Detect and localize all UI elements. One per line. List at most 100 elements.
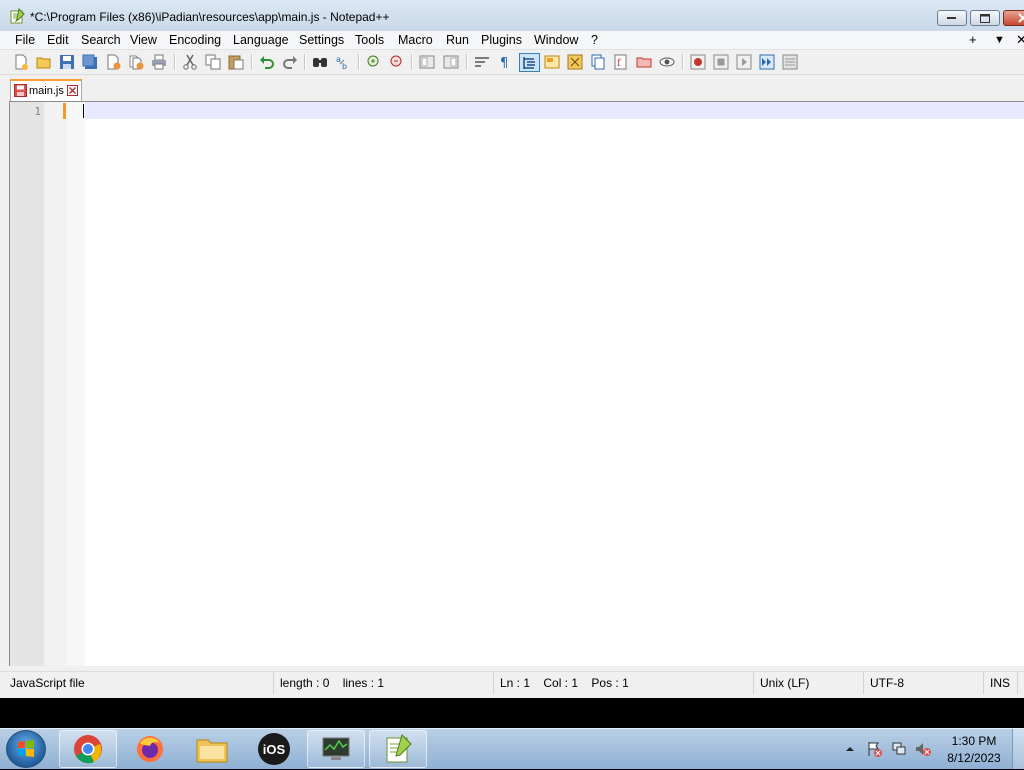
word-wrap-icon[interactable] [473,53,491,71]
sync-vertical-icon[interactable] [418,53,436,71]
action-center-flag-icon[interactable] [866,741,882,757]
doc-map-icon[interactable] [566,53,584,71]
close-icon [1018,13,1024,23]
indent-guide-icon[interactable] [519,53,540,72]
zoom-in-icon[interactable] [365,53,383,71]
tab-bar: main.js [0,75,1024,101]
toolbar-separator [251,54,253,70]
monitoring-icon[interactable] [658,53,676,71]
menu-language[interactable]: Language [233,33,289,47]
fold-margin[interactable] [67,102,85,666]
bookmark-margin[interactable] [44,102,67,666]
status-pos: Pos : 1 [591,676,629,690]
menu-bar: File Edit Search View Encoding Language … [0,31,1024,50]
status-length-lines: length : 0 lines : 1 [274,672,494,694]
toolbar-separator [358,54,360,70]
svg-text:b: b [342,62,347,70]
record-macro-icon[interactable] [689,53,707,71]
show-all-chars-icon[interactable]: ¶ [496,53,514,71]
folder-workspace-icon[interactable] [635,53,653,71]
taskbar-file-explorer[interactable] [183,730,241,768]
close-window-button[interactable] [1003,10,1024,26]
change-history-marker [63,103,66,119]
tab-close-button[interactable] [67,85,78,96]
menu-help[interactable]: ? [591,33,598,47]
redo-icon[interactable] [281,53,299,71]
close-all-icon[interactable] [127,53,145,71]
text-editor[interactable]: 1 [9,101,1024,666]
menu-encoding[interactable]: Encoding [169,33,221,47]
menu-plugins[interactable]: Plugins [481,33,522,47]
open-file-icon[interactable] [35,53,53,71]
run-macro-multiple-icon[interactable] [758,53,776,71]
taskbar-ios[interactable]: iOS [245,730,303,768]
status-eol[interactable]: Unix (LF) [754,672,864,694]
notepadpp-icon [386,734,412,763]
save-all-icon[interactable] [81,53,99,71]
ios-icon: iOS [258,733,290,765]
minimize-icon [947,17,956,19]
taskbar-chrome[interactable] [59,730,117,768]
tab-list-dropdown-button[interactable]: ▼ [994,34,1005,46]
ios-icon-label: iOS [262,741,286,757]
udl-icon[interactable] [543,53,561,71]
menu-view[interactable]: View [130,33,157,47]
menu-macro[interactable]: Macro [398,33,433,47]
menu-edit[interactable]: Edit [47,33,69,47]
status-length: length : 0 [280,676,330,690]
paste-icon[interactable] [227,53,245,71]
status-encoding[interactable]: UTF-8 [864,672,984,694]
stop-macro-icon[interactable] [712,53,730,71]
clock-date[interactable]: 8/12/2023 [936,751,1012,765]
sync-horizontal-icon[interactable] [442,53,460,71]
cut-icon[interactable] [181,53,199,71]
toolbar: ab ¶ f [0,50,1024,75]
zoom-out-icon[interactable] [388,53,406,71]
undo-icon[interactable] [258,53,276,71]
function-list-icon[interactable]: f [612,53,630,71]
taskbar-task-manager[interactable] [307,730,365,768]
menu-window[interactable]: Window [534,33,578,47]
new-file-icon[interactable] [12,53,30,71]
menu-run[interactable]: Run [446,33,469,47]
close-document-button[interactable]: ✕ [1016,32,1024,48]
menu-file[interactable]: File [15,33,35,47]
taskbar-notepadpp[interactable] [369,730,427,768]
tab-main-js[interactable]: main.js [10,79,82,101]
save-icon[interactable] [58,53,76,71]
menu-tools[interactable]: Tools [355,33,384,47]
tab-label: main.js [29,85,64,97]
current-line-highlight [85,102,1024,119]
doc-list-icon[interactable] [589,53,607,71]
notepadpp-app-icon [10,8,25,24]
menu-settings[interactable]: Settings [299,33,344,47]
window-title: *C:\Program Files (x86)\iPadian\resource… [30,10,390,24]
file-explorer-icon [196,739,228,763]
minimize-button[interactable] [937,10,967,26]
new-tab-plus-button[interactable]: + [969,32,977,47]
play-macro-icon[interactable] [735,53,753,71]
maximize-button[interactable] [970,10,1000,26]
find-icon[interactable] [311,53,329,71]
svg-text:a: a [336,55,341,64]
show-hidden-icons-icon[interactable] [844,741,856,757]
menu-search[interactable]: Search [81,33,121,47]
status-insert-mode: INS [984,672,1018,694]
show-desktop-button[interactable] [1012,729,1024,769]
network-icon[interactable] [891,741,907,757]
title-bar[interactable]: *C:\Program Files (x86)\iPadian\resource… [0,0,1024,32]
print-icon[interactable] [150,53,168,71]
close-icon[interactable] [104,53,122,71]
copy-icon[interactable] [204,53,222,71]
toolbar-separator [174,54,176,70]
toolbar-separator [466,54,468,70]
firefox-icon [137,736,163,762]
task-manager-icon [322,737,350,760]
volume-muted-icon[interactable] [915,741,931,757]
taskbar-firefox[interactable] [121,730,179,768]
line-number-gutter[interactable]: 1 [10,102,44,666]
clock-time[interactable]: 1:30 PM [936,734,1012,748]
start-button[interactable] [6,730,46,768]
replace-icon[interactable]: ab [334,53,352,71]
save-macro-icon[interactable] [781,53,799,71]
